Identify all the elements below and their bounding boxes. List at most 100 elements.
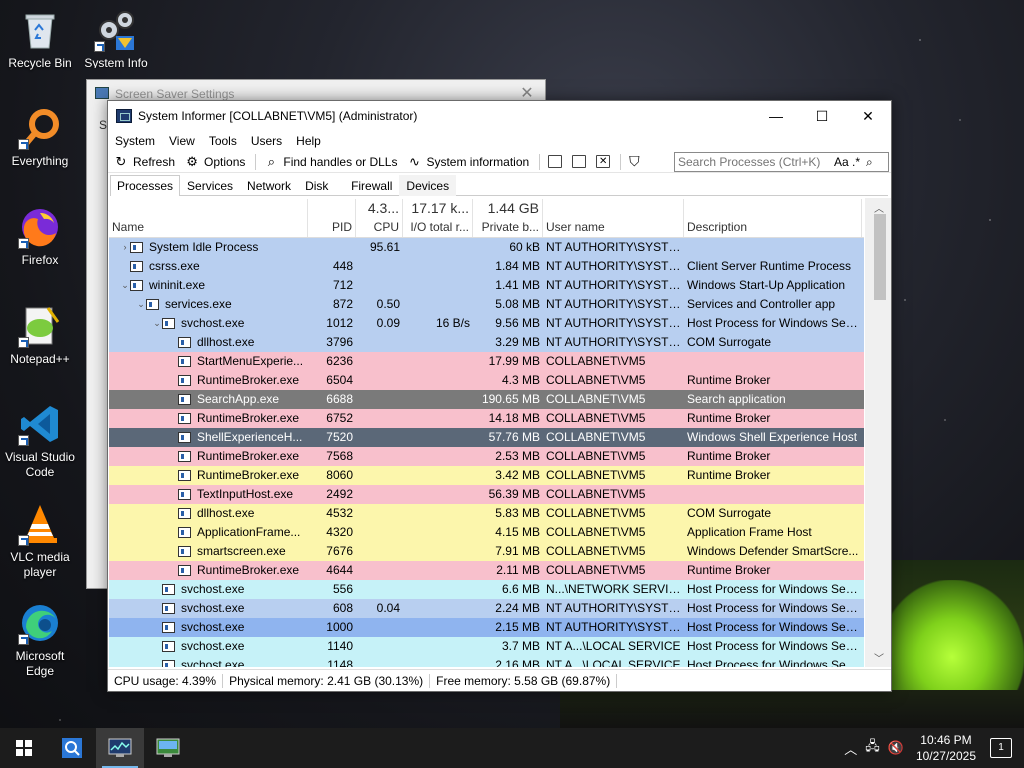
network-icon[interactable]: 🖧 bbox=[865, 737, 880, 759]
scroll-up-icon[interactable]: ︿ bbox=[874, 200, 884, 215]
table-row[interactable]: › System Idle Process 95.61 60 kB NT AUTHORI… bbox=[109, 238, 864, 257]
menu-system[interactable]: System bbox=[115, 134, 155, 148]
table-row[interactable]: svchost.exe 1000 2.15 MB NT AUTHORITY\SYSTE… bbox=[109, 618, 864, 637]
table-row[interactable]: dllhost.exe 4532 5.83 MB COLLABNET\VM5 COM S… bbox=[109, 504, 864, 523]
start-button[interactable] bbox=[0, 728, 48, 768]
shortcut-arrow-icon bbox=[18, 139, 29, 150]
table-row[interactable]: TextInputHost.exe 2492 56.39 MB COLLABNET\V… bbox=[109, 485, 864, 504]
refresh-button[interactable]: ↻ Refresh bbox=[114, 154, 175, 170]
table-row[interactable]: RuntimeBroker.exe 7568 2.53 MB COLLABNET\VM… bbox=[109, 447, 864, 466]
desktop-icon-vscode[interactable]: Visual Studio Code bbox=[0, 402, 80, 480]
window-icon[interactable] bbox=[548, 155, 563, 168]
column-header-io[interactable]: I/O total r... bbox=[403, 218, 473, 237]
process-name-cell: svchost.exe bbox=[109, 618, 308, 637]
tab-devices[interactable]: Devices bbox=[399, 175, 457, 196]
shield-icon[interactable]: ⛉ bbox=[629, 153, 640, 170]
taskbar-system-informer[interactable] bbox=[96, 728, 144, 768]
table-row[interactable]: ⌄ services.exe 872 0.50 5.08 MB NT AUTHORITY\… bbox=[109, 295, 864, 314]
table-row[interactable]: RuntimeBroker.exe 6752 14.18 MB COLLABNET\V… bbox=[109, 409, 864, 428]
taskbar-search-app[interactable] bbox=[48, 728, 96, 768]
window-titlebar[interactable]: System Informer [COLLABNET\VM5] (Adminis… bbox=[108, 101, 891, 131]
desktop-background-tent bbox=[880, 580, 1024, 690]
table-row[interactable]: ⌄ svchost.exe 1012 0.09 16 B/s 9.56 MB NT AUTH… bbox=[109, 314, 864, 333]
search-options-label[interactable]: Aa .* bbox=[834, 155, 860, 169]
process-table[interactable]: 4.3... 17.17 k... 1.44 GB Name PID CPU I… bbox=[109, 198, 864, 667]
table-row[interactable]: svchost.exe 1148 2.16 MB NT A...\LOCAL SERV… bbox=[109, 656, 864, 667]
table-row[interactable]: svchost.exe 1140 3.7 MB NT A...\LOCAL SERVI… bbox=[109, 637, 864, 656]
process-icon bbox=[178, 432, 191, 443]
user-name-cell: NT AUTHORITY\SYSTEM bbox=[546, 316, 684, 330]
system-information-button[interactable]: ∿ System information bbox=[407, 154, 529, 170]
desktop-icon-firefox[interactable]: Firefox bbox=[0, 205, 80, 268]
process-icon bbox=[162, 584, 175, 595]
table-row[interactable]: svchost.exe 608 0.04 2.24 MB NT AUTHORITY\SY… bbox=[109, 599, 864, 618]
table-row[interactable]: RuntimeBroker.exe 6504 4.3 MB COLLABNET\VM5… bbox=[109, 371, 864, 390]
edge-icon bbox=[18, 601, 62, 645]
tree-expander-icon[interactable]: ⌄ bbox=[152, 314, 162, 333]
scroll-down-icon[interactable]: ﹀ bbox=[874, 650, 884, 665]
desktop-icon-everything[interactable]: Everything bbox=[0, 106, 80, 169]
table-row[interactable]: csrss.exe 448 1.84 MB NT AUTHORITY\SYSTEM Cl… bbox=[109, 257, 864, 276]
tab-firewall[interactable]: Firewall bbox=[342, 175, 399, 196]
gear-icon: ⚙ bbox=[186, 153, 198, 169]
find-handles-button[interactable]: ⌕ Find handles or DLLs bbox=[264, 154, 398, 170]
column-header-cpu[interactable]: CPU bbox=[356, 218, 403, 237]
user-name-cell: COLLABNET\VM5 bbox=[546, 449, 646, 463]
table-row[interactable]: svchost.exe 556 6.6 MB N...\NETWORK SERVICE… bbox=[109, 580, 864, 599]
process-name-cell: svchost.exe bbox=[109, 656, 308, 667]
tree-expander-icon[interactable]: ⌄ bbox=[120, 276, 130, 295]
menu-help[interactable]: Help bbox=[296, 134, 321, 148]
table-row[interactable]: ⌄ wininit.exe 712 1.41 MB NT AUTHORITY\SYSTE… bbox=[109, 276, 864, 295]
column-header-private-bytes[interactable]: Private b... bbox=[473, 218, 543, 237]
tree-expander-icon[interactable]: ⌄ bbox=[136, 295, 146, 314]
tab-services[interactable]: Services bbox=[180, 175, 240, 196]
system-informer-window[interactable]: System Informer [COLLABNET\VM5] (Adminis… bbox=[107, 100, 892, 692]
private-bytes-cell: 1.41 MB bbox=[495, 278, 540, 292]
clock[interactable]: 10:46 PM 10/27/2025 bbox=[916, 732, 976, 764]
table-row[interactable]: dllhost.exe 3796 3.29 MB NT AUTHORITY\SYSTE… bbox=[109, 333, 864, 352]
search-input[interactable] bbox=[675, 155, 831, 169]
menu-users[interactable]: Users bbox=[251, 134, 282, 148]
options-button[interactable]: ⚙ Options bbox=[185, 154, 245, 170]
table-row[interactable]: RuntimeBroker.exe 8060 3.42 MB COLLABNET\VM… bbox=[109, 466, 864, 485]
search-box[interactable]: Aa .* ⌕ bbox=[674, 152, 889, 172]
cpu-cell bbox=[356, 371, 403, 390]
tab-network[interactable]: Network bbox=[240, 175, 298, 196]
table-row[interactable]: SearchApp.exe 6688 190.65 MB COLLABNET\VM5 S… bbox=[109, 390, 864, 409]
close-button[interactable]: ✕ bbox=[845, 101, 891, 131]
chevron-up-icon[interactable]: ︿ bbox=[844, 739, 857, 758]
desktop-icon-notepadpp[interactable]: Notepad++ bbox=[0, 304, 80, 367]
terminate-icon[interactable]: ✕ bbox=[596, 155, 611, 168]
table-row[interactable]: smartscreen.exe 7676 7.91 MB COLLABNET\VM5 W… bbox=[109, 542, 864, 561]
tab-disk[interactable]: Disk bbox=[298, 175, 342, 196]
search-icon[interactable]: ⌕ bbox=[866, 155, 873, 170]
column-header-user[interactable]: User name bbox=[543, 218, 684, 237]
column-header-description[interactable]: Description bbox=[684, 218, 862, 237]
table-row[interactable]: RuntimeBroker.exe 4644 2.11 MB COLLABNET\VM… bbox=[109, 561, 864, 580]
table-row[interactable]: ApplicationFrame... 4320 4.15 MB COLLABNET\… bbox=[109, 523, 864, 542]
volume-muted-icon[interactable]: 🔇 bbox=[888, 740, 904, 756]
find-window-icon[interactable] bbox=[572, 155, 587, 168]
table-row[interactable]: StartMenuExperie... 6236 17.99 MB COLLABNET… bbox=[109, 352, 864, 371]
tree-expander-icon[interactable]: › bbox=[120, 238, 130, 257]
maximize-button[interactable]: ☐ bbox=[799, 101, 845, 131]
desktop-icon-recycle-bin[interactable]: Recycle Bin bbox=[0, 8, 80, 71]
process-name: ApplicationFrame... bbox=[197, 525, 301, 539]
tab-processes[interactable]: Processes bbox=[110, 175, 181, 196]
column-header-name[interactable]: Name bbox=[109, 218, 308, 237]
minimize-button[interactable]: — bbox=[753, 101, 799, 131]
taskbar-screen-saver[interactable] bbox=[144, 728, 192, 768]
desktop-icon-edge[interactable]: Microsoft Edge bbox=[0, 601, 80, 679]
table-row[interactable]: ShellExperienceH... 7520 57.76 MB COLLABNET… bbox=[109, 428, 864, 447]
desktop-icon-vlc[interactable]: VLC media player bbox=[0, 502, 80, 580]
desktop-icon-system[interactable]: System Info bbox=[76, 8, 156, 68]
notification-center-icon[interactable]: 1 bbox=[990, 738, 1012, 758]
process-name-cell: › System Idle Process bbox=[109, 238, 308, 257]
scrollbar-thumb[interactable] bbox=[874, 214, 886, 300]
user-name-cell: COLLABNET\VM5 bbox=[546, 373, 646, 387]
column-header-pid[interactable]: PID bbox=[308, 218, 356, 237]
menu-view[interactable]: View bbox=[169, 134, 195, 148]
vertical-scrollbar[interactable]: ︿ ﹀ bbox=[865, 198, 891, 667]
process-icon bbox=[162, 622, 175, 633]
menu-tools[interactable]: Tools bbox=[209, 134, 237, 148]
